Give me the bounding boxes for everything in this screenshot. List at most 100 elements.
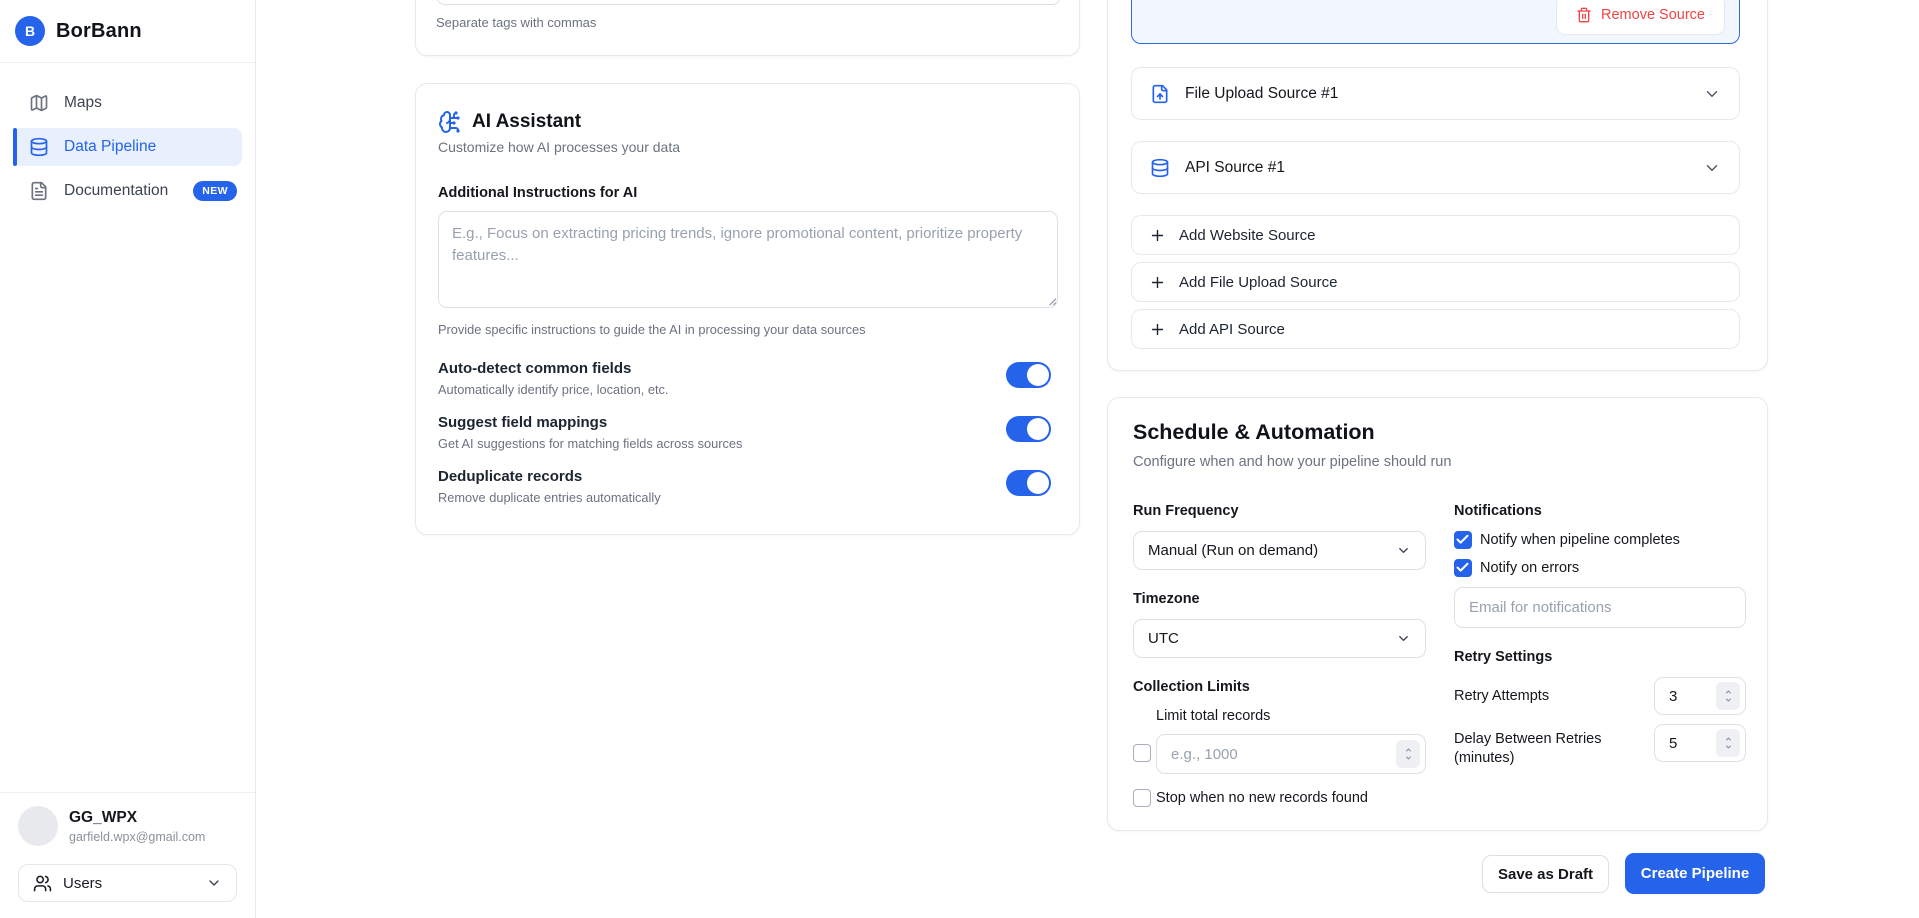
pipeline-builder-screen: B BorBann Maps Data Pipeline Docume (0, 0, 1919, 918)
limit-total-field[interactable] (1157, 735, 1425, 773)
source-row-api[interactable]: API Source #1 (1131, 141, 1740, 194)
toggle-title: Deduplicate records (438, 468, 1051, 485)
instructions-helper: Provide specific instructions to guide t… (438, 322, 866, 337)
add-button-label: Add API Source (1179, 321, 1285, 338)
schedule-card: Schedule & Automation Configure when and… (1107, 397, 1768, 831)
retry-attempts-label: Retry Attempts (1454, 688, 1549, 704)
dedupe-toggle[interactable] (1006, 470, 1051, 496)
number-spinner[interactable] (1716, 682, 1740, 710)
notification-email-input[interactable] (1454, 587, 1746, 628)
add-button-label: Add File Upload Source (1179, 274, 1337, 291)
add-website-source-button[interactable]: Add Website Source (1131, 215, 1740, 255)
retry-settings-label: Retry Settings (1454, 649, 1552, 665)
user-email: garfield.wpx@gmail.com (69, 830, 205, 844)
stop-no-new-label: Stop when no new records found (1156, 790, 1368, 806)
create-pipeline-button[interactable]: Create Pipeline (1625, 853, 1765, 894)
check-icon (1455, 560, 1471, 575)
brand-name: BorBann (56, 20, 142, 43)
tags-helper: Separate tags with commas (436, 15, 596, 30)
remove-source-label: Remove Source (1601, 7, 1705, 23)
users-icon (33, 874, 52, 893)
run-frequency-select[interactable]: Manual (Run on demand) (1133, 531, 1426, 570)
toggle-knob (1027, 418, 1049, 440)
notify-errors-label: Notify on errors (1480, 560, 1579, 576)
autodetect-toggle[interactable] (1006, 362, 1051, 388)
number-spinner[interactable] (1396, 740, 1420, 768)
brand-logo: B (15, 16, 45, 46)
chevron-down-icon[interactable] (1703, 85, 1721, 103)
chevron-down-icon (1396, 543, 1411, 558)
role-selector-value: Users (63, 875, 102, 892)
source-row-file-upload[interactable]: File Upload Source #1 (1131, 67, 1740, 120)
run-frequency-value: Manual (Run on demand) (1148, 542, 1318, 559)
brand: B BorBann (0, 0, 255, 63)
add-file-upload-source-button[interactable]: Add File Upload Source (1131, 262, 1740, 302)
timezone-select[interactable]: UTC (1133, 619, 1426, 658)
ai-assistant-card: AI Assistant Customize how AI processes … (415, 83, 1080, 535)
remove-source-button[interactable]: Remove Source (1556, 0, 1725, 35)
user-row: GG_WPX garfield.wpx@gmail.com (18, 806, 237, 846)
add-api-source-button[interactable]: Add API Source (1131, 309, 1740, 349)
trash-icon (1576, 7, 1592, 23)
user-name: GG_WPX (69, 809, 205, 827)
notify-errors-checkbox[interactable] (1454, 559, 1472, 577)
retry-delay-label: Delay Between Retries (minutes) (1454, 730, 1614, 768)
sidebar-item-label: Documentation (64, 182, 168, 200)
collection-limits-label: Collection Limits (1133, 679, 1250, 695)
timezone-value: UTC (1148, 630, 1179, 647)
toggle-description: Remove duplicate entries automatically (438, 490, 1051, 505)
toggle-row-dedupe: Deduplicate records Remove duplicate ent… (438, 468, 1051, 505)
run-frequency-label: Run Frequency (1133, 503, 1239, 519)
plus-icon (1149, 227, 1166, 244)
sidebar-item-label: Data Pipeline (64, 138, 156, 156)
resize-grip-icon[interactable] (1046, 295, 1057, 306)
source-row-label: API Source #1 (1185, 159, 1285, 177)
create-pipeline-label: Create Pipeline (1641, 865, 1749, 882)
retry-delay-input (1654, 724, 1746, 762)
ai-assistant-subtitle: Customize how AI processes your data (438, 139, 680, 155)
toggle-row-mappings: Suggest field mappings Get AI suggestion… (438, 414, 1051, 451)
toggle-knob (1027, 364, 1049, 386)
chevron-down-icon (206, 875, 222, 891)
sidebar-item-documentation[interactable]: Documentation NEW (13, 172, 242, 210)
toggle-row-autodetect: Auto-detect common fields Automatically … (438, 360, 1051, 397)
instructions-textarea[interactable] (438, 211, 1058, 308)
new-badge: NEW (193, 181, 237, 201)
add-button-label: Add Website Source (1179, 227, 1315, 244)
notifications-label: Notifications (1454, 503, 1542, 519)
sidebar-item-data-pipeline[interactable]: Data Pipeline (13, 128, 242, 166)
toggle-knob (1027, 472, 1049, 494)
retry-attempts-input (1654, 677, 1746, 715)
stop-no-new-checkbox[interactable] (1133, 789, 1151, 807)
toggle-title: Auto-detect common fields (438, 360, 1051, 377)
sidebar-footer: GG_WPX garfield.wpx@gmail.com Users (0, 792, 255, 918)
chevron-down-icon (1396, 631, 1411, 646)
notify-complete-checkbox[interactable] (1454, 531, 1472, 549)
database-icon (1150, 158, 1170, 178)
chevron-down-icon[interactable] (1703, 159, 1721, 177)
ai-assistant-title: AI Assistant (472, 111, 581, 133)
toggle-title: Suggest field mappings (438, 414, 1051, 431)
brain-circuit-icon (438, 110, 462, 134)
file-up-icon (1150, 84, 1170, 104)
toggle-description: Automatically identify price, location, … (438, 382, 1051, 397)
instructions-label: Additional Instructions for AI (438, 185, 637, 201)
sidebar-item-label: Maps (64, 94, 102, 112)
check-icon (1455, 532, 1471, 547)
file-text-icon (29, 181, 49, 201)
schedule-title: Schedule & Automation (1133, 420, 1375, 445)
plus-icon (1149, 274, 1166, 291)
sidebar: B BorBann Maps Data Pipeline Docume (0, 0, 256, 918)
limit-total-checkbox[interactable] (1133, 744, 1151, 762)
sources-card: Remove Source File Upload Source #1 API … (1107, 0, 1768, 371)
sidebar-nav: Maps Data Pipeline Documentation NEW (0, 63, 255, 237)
source-row-label: File Upload Source #1 (1185, 85, 1338, 103)
timezone-label: Timezone (1133, 591, 1200, 607)
tags-input[interactable] (436, 0, 1061, 5)
role-selector[interactable]: Users (18, 864, 237, 902)
save-as-draft-button[interactable]: Save as Draft (1482, 855, 1609, 893)
number-spinner[interactable] (1716, 729, 1740, 757)
sidebar-item-maps[interactable]: Maps (13, 84, 242, 122)
schedule-subtitle: Configure when and how your pipeline sho… (1133, 454, 1451, 470)
mappings-toggle[interactable] (1006, 416, 1051, 442)
